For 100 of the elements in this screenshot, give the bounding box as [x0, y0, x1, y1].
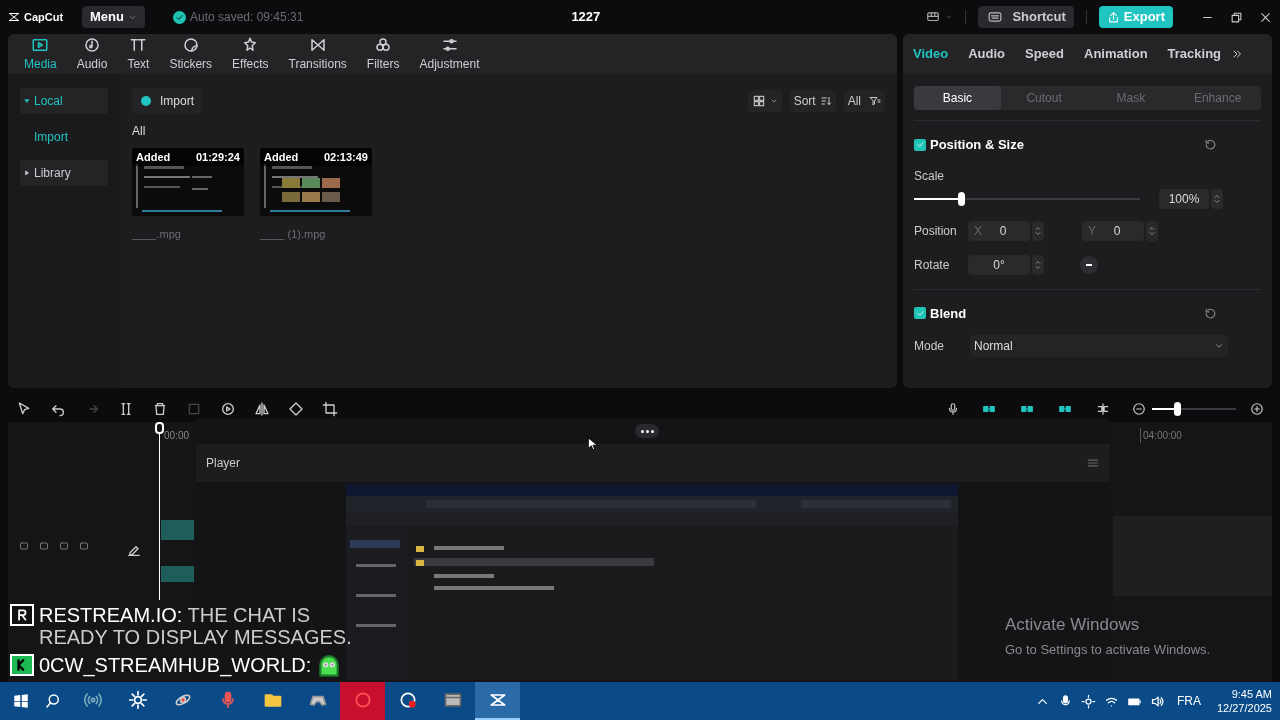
- time-marker: 00:00: [164, 429, 190, 443]
- pointer-icon[interactable]: [16, 401, 32, 417]
- asset-tab[interactable]: Audio: [68, 35, 116, 73]
- audio-clip[interactable]: [161, 566, 194, 582]
- import-button[interactable]: Import: [132, 88, 202, 114]
- shortcut-button[interactable]: Shortcut: [978, 6, 1074, 28]
- field-label: Rotate: [914, 256, 951, 274]
- inspector-tab[interactable]: Tracking: [1167, 44, 1222, 64]
- field-value: 0: [1112, 222, 1122, 240]
- menu-button[interactable]: Menu: [82, 6, 145, 28]
- field-label: Position: [914, 222, 958, 240]
- zoom-slider[interactable]: [1152, 402, 1236, 416]
- number-field[interactable]: 0°: [968, 254, 1030, 275]
- reset-icon[interactable]: [1204, 306, 1217, 320]
- taskbar-app[interactable]: [475, 682, 520, 720]
- mode-dropdown[interactable]: Normal: [970, 335, 1228, 357]
- circles-icon: [374, 35, 393, 54]
- sort-button[interactable]: Sort: [789, 90, 836, 112]
- brightness-icon[interactable]: [1080, 693, 1096, 709]
- filter-button[interactable]: All: [843, 90, 885, 112]
- clip-duration: 02:13:49: [323, 150, 368, 165]
- section-title: Position & Size: [930, 136, 1024, 154]
- autosave-status: Auto saved: 09:45:31: [189, 9, 304, 26]
- activation-notice: Go to Settings to activate Windows.: [1005, 640, 1211, 659]
- slider-thumb[interactable]: [958, 191, 966, 206]
- segment-tab[interactable]: Basic: [914, 86, 1001, 110]
- zoom-in-icon[interactable]: [1250, 402, 1264, 416]
- playhead-handle[interactable]: [155, 422, 164, 434]
- asset-tab[interactable]: Filters: [358, 35, 408, 73]
- asset-tab[interactable]: Media: [16, 35, 65, 73]
- broadcast-icon: [82, 690, 103, 710]
- number-field[interactable]: X 0: [968, 220, 1030, 241]
- field-label: Mode: [914, 338, 946, 355]
- checkbox[interactable]: [914, 307, 926, 320]
- mirror-icon[interactable]: [254, 401, 270, 417]
- scale-slider[interactable]: [914, 191, 1140, 206]
- chevrons-right-icon[interactable]: [1231, 48, 1244, 60]
- sidebar-item[interactable]: Library: [20, 160, 108, 186]
- app-logo-text: CapCut: [24, 9, 64, 25]
- panel-title: Player: [206, 455, 240, 472]
- rotation-knob[interactable]: [1080, 255, 1098, 274]
- stepper-icon[interactable]: [1146, 220, 1158, 241]
- stepper-icon[interactable]: [1032, 220, 1044, 241]
- stepper-icon[interactable]: [1032, 254, 1044, 275]
- checkmark-icon: [915, 308, 925, 318]
- language-indicator[interactable]: FRA: [1176, 692, 1201, 710]
- inspector-tab[interactable]: Audio: [968, 44, 1005, 64]
- clip-name: ____ (1).mpg: [260, 227, 327, 242]
- caret-right-icon: [24, 170, 30, 176]
- more-button[interactable]: [635, 424, 659, 438]
- layout-icon[interactable]: [925, 10, 942, 24]
- axis-label: X: [974, 222, 982, 240]
- music-note-icon: [83, 35, 102, 54]
- chat-message: 0CW_STREAMHUB_WORLD:: [39, 654, 312, 676]
- inspector-tab[interactable]: Video: [913, 44, 949, 64]
- asset-tab[interactable]: Adjustment: [411, 35, 488, 73]
- sun-gear-icon: [127, 690, 148, 710]
- filter-icon: [869, 95, 881, 107]
- sidebar-item[interactable]: Local: [20, 88, 108, 114]
- asset-tab[interactable]: Effects: [224, 35, 277, 73]
- inspector-tab[interactable]: Animation: [1084, 44, 1148, 64]
- sort-icon: [819, 95, 832, 107]
- field-value: 0: [998, 222, 1008, 240]
- asset-tab[interactable]: Transitions: [280, 35, 355, 73]
- number-field[interactable]: 100%: [1159, 188, 1209, 209]
- field-value: 100%: [1167, 190, 1201, 208]
- project-title: 1227: [571, 8, 601, 27]
- clip-name: ____.mpg: [132, 227, 182, 242]
- clock-time: 9:45 AM: [1231, 687, 1272, 701]
- section-title: Blend: [930, 304, 967, 323]
- split-icon[interactable]: [118, 401, 134, 417]
- crop-icon[interactable]: [322, 401, 338, 417]
- microphone-icon[interactable]: [946, 401, 960, 417]
- clock[interactable]: 9:45 AM 12/27/2025: [1216, 687, 1272, 715]
- search-icon[interactable]: [44, 692, 62, 710]
- restore-icon[interactable]: [1230, 10, 1243, 24]
- added-label: Added: [136, 150, 171, 165]
- trash-icon[interactable]: [152, 401, 168, 417]
- caret-icon: [1214, 341, 1224, 351]
- activation-title: Activate Windows: [1005, 614, 1141, 636]
- caret-down-icon: [24, 98, 30, 104]
- sidebar-item[interactable]: Import: [20, 124, 108, 150]
- close-icon[interactable]: [1259, 10, 1272, 24]
- play-circle-icon[interactable]: [220, 401, 236, 417]
- reset-icon[interactable]: [1204, 138, 1217, 152]
- logo-icon: [8, 11, 20, 23]
- video-clip[interactable]: [161, 520, 194, 540]
- zoom-out-icon[interactable]: [1132, 402, 1146, 416]
- layout-menu-button[interactable]: [747, 90, 782, 112]
- asset-tab[interactable]: Text: [119, 35, 158, 73]
- slider-thumb[interactable]: [1174, 402, 1182, 416]
- inspector-tab[interactable]: Speed: [1025, 44, 1064, 64]
- field-label: Scale: [914, 167, 946, 185]
- asset-tab[interactable]: Stickers: [161, 35, 221, 73]
- window-icon: [442, 690, 463, 710]
- checkmark-icon: [915, 140, 925, 150]
- stepper-icon[interactable]: [1211, 188, 1223, 209]
- field-value: 0°: [992, 256, 1006, 274]
- windows-start-icon[interactable]: [12, 692, 30, 710]
- checkbox[interactable]: [914, 138, 926, 151]
